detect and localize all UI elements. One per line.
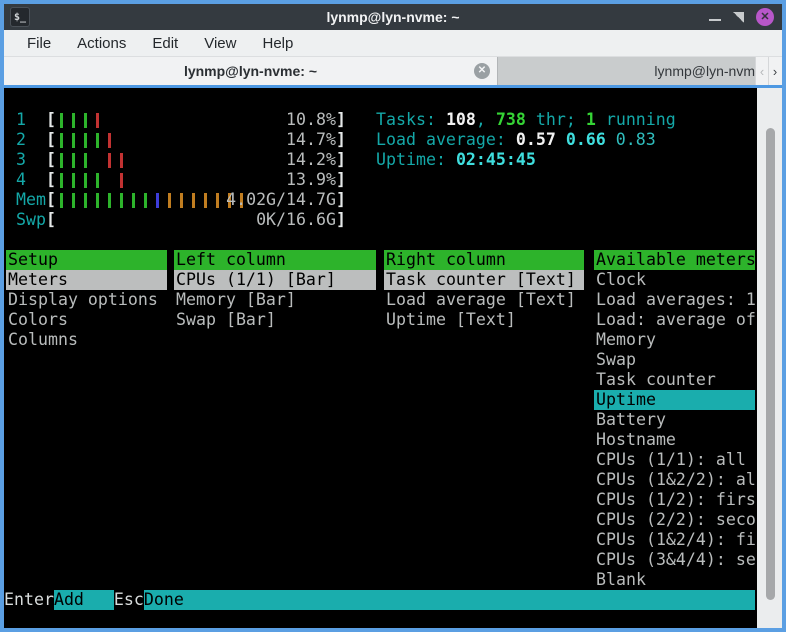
terminal-app-icon: $_ <box>10 7 30 27</box>
uptime-text: Uptime: 02:45:45 <box>376 150 536 170</box>
window-title: lynmp@lyn-nvme: ~ <box>4 9 782 25</box>
tab-inactive[interactable]: lynmp@lyn-nvm <box>497 57 755 85</box>
meter-row-4: 4[13.9%] <box>4 170 757 190</box>
tab-close-icon[interactable]: ✕ <box>474 63 490 79</box>
list-item[interactable]: Load average [Text] <box>384 290 584 310</box>
available-meters-panel-header: Available meters <box>594 250 755 270</box>
meter-row-swp: Swp[0K/16.6G] <box>4 210 757 230</box>
tab-scroll-arrows: ‹ › <box>755 57 781 85</box>
uptime: Uptime: 02:45:45 <box>4 150 757 170</box>
fkey-esc[interactable]: Esc <box>114 590 144 610</box>
tab-scroll-left-icon[interactable]: ‹ <box>755 57 768 85</box>
menubar: FileActionsEditViewHelp <box>4 30 782 57</box>
list-item[interactable]: CPUs (1/2): firs <box>594 490 755 510</box>
tab-scroll-right-icon[interactable]: › <box>768 57 781 85</box>
tasks-summary: Tasks: 108, 738 thr; 1 running <box>4 110 757 130</box>
meter-row-mem: Mem[4.02G/14.7G] <box>4 190 757 210</box>
maximize-icon[interactable] <box>733 12 744 23</box>
minimize-icon[interactable] <box>709 19 721 21</box>
menu-item-actions[interactable]: Actions <box>66 32 137 55</box>
meter-value: 4.02G/14.7G] <box>4 190 346 210</box>
list-item[interactable]: CPUs (1&2/2): al <box>594 470 755 490</box>
close-icon[interactable]: ✕ <box>756 8 774 26</box>
faction-add[interactable]: Add <box>54 590 114 610</box>
list-item[interactable]: Task counter [Text] <box>384 270 584 290</box>
terminal-window: $_ lynmp@lyn-nvme: ~ ✕ FileActionsEditVi… <box>0 0 786 632</box>
tab-active-title: lynmp@lyn-nvme: ~ <box>184 63 317 79</box>
menu-item-edit[interactable]: Edit <box>141 32 189 55</box>
list-item[interactable]: CPUs (1/1): all <box>594 450 755 470</box>
list-item[interactable]: Uptime <box>594 390 755 410</box>
list-item[interactable]: CPUs (3&4/4): se <box>594 550 755 570</box>
list-item[interactable]: Uptime [Text] <box>384 310 584 330</box>
list-item[interactable]: Memory [Bar] <box>174 290 376 310</box>
list-item[interactable]: Load averages: 1 <box>594 290 755 310</box>
list-item[interactable]: Battery <box>594 410 755 430</box>
list-item[interactable]: Blank <box>594 570 755 590</box>
list-item[interactable]: CPUs (1&2/4): fi <box>594 530 755 550</box>
list-item[interactable]: Swap [Bar] <box>174 310 376 330</box>
list-item[interactable]: Columns <box>6 330 167 350</box>
meter-value: 0K/16.6G] <box>4 210 346 230</box>
menu-item-help[interactable]: Help <box>251 32 304 55</box>
scrollbar-thumb[interactable] <box>766 128 775 600</box>
tab-active[interactable]: lynmp@lyn-nvme: ~ ✕ <box>4 57 497 85</box>
right-column-panel-header: Right column <box>384 250 584 270</box>
scrollbar[interactable] <box>757 88 782 628</box>
tab-inactive-title: lynmp@lyn-nvm <box>654 63 755 79</box>
fkey-enter[interactable]: Enter <box>4 590 54 610</box>
list-item[interactable]: Clock <box>594 270 755 290</box>
list-item[interactable]: Load: average of <box>594 310 755 330</box>
list-item[interactable]: CPUs (2/2): seco <box>594 510 755 530</box>
setup-panel-header: Setup <box>6 250 167 270</box>
list-item[interactable]: Display options <box>6 290 167 310</box>
meter-value: 13.9%] <box>4 170 346 190</box>
list-item[interactable]: Meters <box>6 270 167 290</box>
list-item[interactable]: Hostname <box>594 430 755 450</box>
titlebar[interactable]: $_ lynmp@lyn-nvme: ~ ✕ <box>4 4 782 30</box>
menu-item-view[interactable]: View <box>193 32 247 55</box>
list-item[interactable]: Memory <box>594 330 755 350</box>
menu-item-file[interactable]: File <box>16 32 62 55</box>
list-item[interactable]: CPUs (1/1) [Bar] <box>174 270 376 290</box>
terminal-screen[interactable]: 1[10.8%]2[14.7%]3[14.2%]4[13.9%]Mem[4.02… <box>4 88 757 628</box>
faction-done[interactable]: Done <box>144 590 755 610</box>
function-bar: EnterAdd EscDone <box>4 590 755 610</box>
tasks-summary-text: Tasks: 108, 738 thr; 1 running <box>376 110 676 130</box>
load-average-text: Load average: 0.57 0.66 0.83 <box>376 130 656 150</box>
left-column-panel-header: Left column <box>174 250 376 270</box>
load-average: Load average: 0.57 0.66 0.83 <box>4 130 757 150</box>
list-item[interactable]: Swap <box>594 350 755 370</box>
list-item[interactable]: Task counter <box>594 370 755 390</box>
tabbar: lynmp@lyn-nvme: ~ ✕ lynmp@lyn-nvm ‹ › <box>4 57 782 88</box>
list-item[interactable]: Colors <box>6 310 167 330</box>
